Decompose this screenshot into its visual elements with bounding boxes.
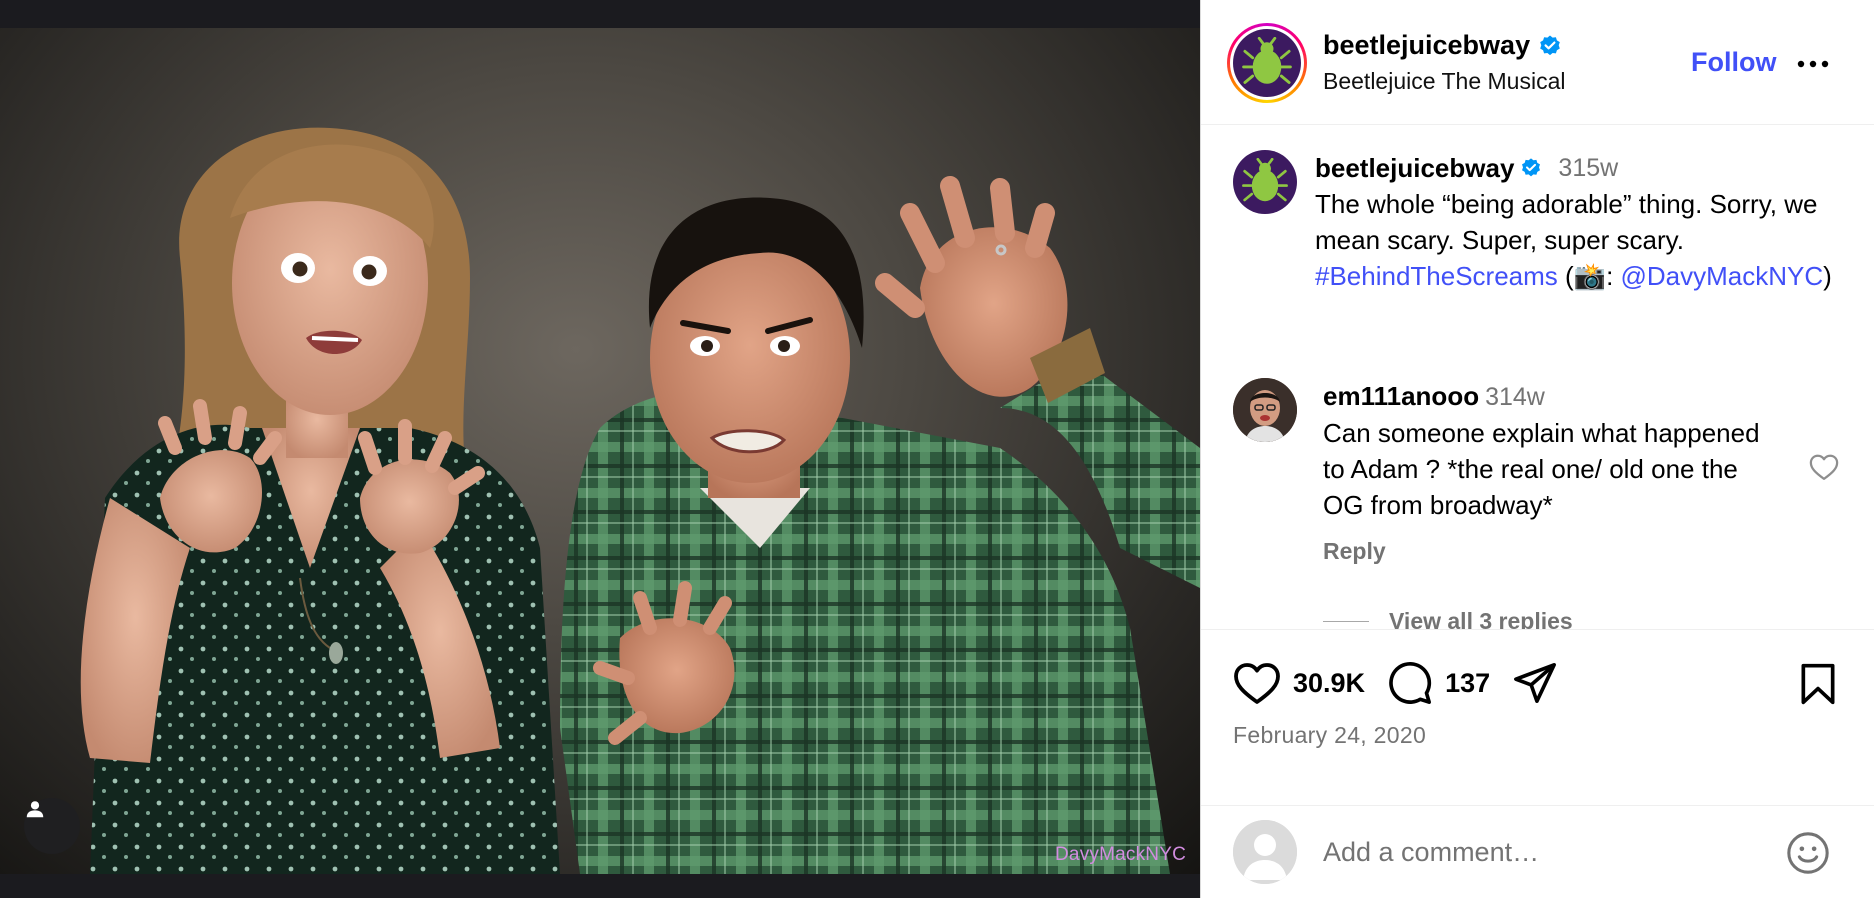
caption-text-block: The whole “being adorable” thing. Sorry,… — [1315, 186, 1855, 294]
header-username[interactable]: beetlejuicebway — [1323, 30, 1530, 61]
comment-button[interactable] — [1387, 660, 1433, 706]
emoji-icon — [1787, 832, 1829, 874]
post-details-panel: beetlejuicebway Beetlejuice The Musical … — [1200, 0, 1874, 898]
view-replies-label: View all 3 replies — [1389, 608, 1573, 629]
caption-username[interactable]: beetlejuicebway — [1315, 150, 1514, 186]
comment-like-button[interactable] — [1809, 453, 1839, 486]
more-icon — [1797, 60, 1829, 68]
caption-close-paren: ) — [1823, 261, 1832, 291]
tagged-people-button[interactable] — [24, 798, 80, 854]
heart-icon — [1234, 663, 1280, 704]
verified-icon — [1538, 34, 1562, 58]
header-username-row: beetlejuicebway — [1323, 30, 1562, 61]
caption-mention-link[interactable]: @DavyMackNYC — [1621, 261, 1824, 291]
instagram-post-modal: DavyMackNYC beetlejuicebway Beetlejuice … — [0, 0, 1874, 898]
header-avatar — [1233, 29, 1301, 97]
bookmark-icon — [1801, 663, 1835, 705]
caption-avatar[interactable] — [1233, 150, 1297, 214]
comment-body: em111anooo 314w Can someone explain what … — [1323, 378, 1783, 523]
follow-button[interactable]: Follow — [1691, 47, 1776, 78]
caption-hashtag-link[interactable]: #BehindTheScreams — [1315, 261, 1558, 291]
header-avatar-story-ring[interactable] — [1227, 23, 1307, 103]
post-actions-area: 30.9K 137 February 24, 2020 Add a commen… — [1201, 629, 1874, 898]
current-user-avatar — [1233, 820, 1297, 884]
action-bar: 30.9K 137 — [1233, 660, 1558, 706]
comment-avatar[interactable] — [1233, 378, 1297, 442]
save-button[interactable] — [1798, 662, 1838, 711]
post-photo[interactable]: DavyMackNYC — [0, 28, 1200, 874]
beetle-icon — [1242, 158, 1288, 202]
emoji-button[interactable] — [1785, 830, 1831, 881]
verified-icon — [1520, 157, 1542, 179]
heart-icon — [1809, 454, 1839, 480]
share-icon — [1514, 663, 1557, 703]
caption-body: beetlejuicebway 315w The whole “being ad… — [1315, 150, 1855, 294]
media-bottom-bar — [0, 874, 1200, 898]
replies-divider-line — [1323, 621, 1369, 622]
photo-watermark: DavyMackNYC — [1055, 844, 1186, 865]
add-comment-input[interactable] — [1323, 830, 1763, 874]
comment-time[interactable]: 314w — [1485, 383, 1545, 411]
add-comment-bar — [1201, 805, 1874, 898]
share-button[interactable] — [1512, 661, 1558, 705]
header-subtitle[interactable]: Beetlejuice The Musical — [1323, 68, 1565, 95]
comment-username[interactable]: em111anooo — [1323, 381, 1479, 411]
caption-time: 315w — [1558, 154, 1619, 182]
beetle-icon — [1242, 37, 1292, 84]
comment-icon — [1389, 661, 1432, 704]
view-replies-button[interactable]: View all 3 replies — [1323, 608, 1573, 629]
post-header: beetlejuicebway Beetlejuice The Musical … — [1201, 0, 1874, 125]
post-date[interactable]: February 24, 2020 — [1233, 722, 1426, 749]
tag-people-icon — [26, 801, 44, 818]
post-media: DavyMackNYC — [0, 0, 1200, 898]
caption-text: The whole “being adorable” thing. Sorry,… — [1315, 189, 1818, 255]
comment-text: Can someone explain what happened to Ada… — [1323, 418, 1760, 520]
comments-count[interactable]: 137 — [1445, 668, 1490, 699]
reply-button[interactable]: Reply — [1323, 538, 1386, 565]
media-top-bar — [0, 0, 1200, 28]
photo-illustration — [80, 127, 1200, 874]
comments-section[interactable]: beetlejuicebway 315w The whole “being ad… — [1201, 126, 1874, 629]
like-button[interactable] — [1233, 661, 1281, 705]
caption-camera-prefix: (📸: — [1557, 261, 1621, 291]
more-options-button[interactable] — [1795, 46, 1831, 82]
likes-count[interactable]: 30.9K — [1293, 668, 1365, 699]
